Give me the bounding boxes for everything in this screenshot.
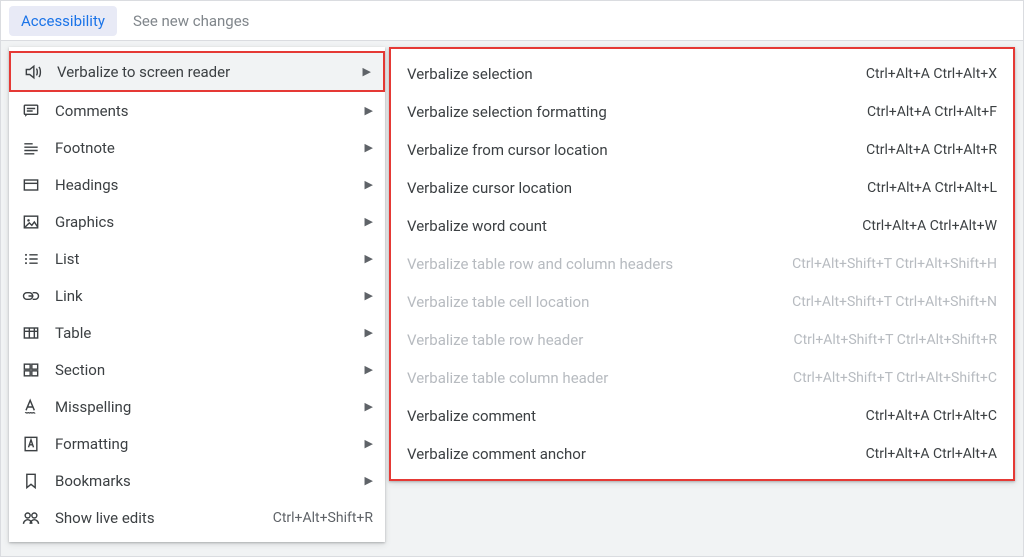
menu-item-label: Headings <box>55 176 355 194</box>
submenu-item-label: Verbalize from cursor location <box>407 141 866 159</box>
comments-icon <box>21 101 41 121</box>
menubar-see-new-changes[interactable]: See new changes <box>121 6 261 36</box>
menu-item-label: Comments <box>55 102 355 120</box>
menu-item-label: Formatting <box>55 435 355 453</box>
submenu-item[interactable]: Verbalize comment anchorCtrl+Alt+A Ctrl+… <box>391 435 1013 473</box>
submenu-item: Verbalize table row and column headersCt… <box>391 245 1013 283</box>
menubar-accessibility[interactable]: Accessibility <box>9 6 117 36</box>
submenu-item-shortcut: Ctrl+Alt+Shift+T Ctrl+Alt+Shift+R <box>793 332 997 348</box>
menu-item-link[interactable]: Link ▶ <box>9 277 385 314</box>
table-icon <box>21 323 41 343</box>
graphics-icon <box>21 212 41 232</box>
menu-item-label: Misspelling <box>55 398 355 416</box>
submenu-item[interactable]: Verbalize from cursor locationCtrl+Alt+A… <box>391 131 1013 169</box>
submenu-item: Verbalize table row headerCtrl+Alt+Shift… <box>391 321 1013 359</box>
menu-item-label: Show live edits <box>55 509 261 527</box>
formatting-icon <box>21 434 41 454</box>
menu-item-shortcut: Ctrl+Alt+Shift+R <box>273 510 373 526</box>
menu-item-misspelling[interactable]: Misspelling ▶ <box>9 388 385 425</box>
submenu-item-label: Verbalize comment <box>407 407 866 425</box>
submenu-item-shortcut: Ctrl+Alt+Shift+T Ctrl+Alt+Shift+H <box>792 256 997 272</box>
menu-item-list[interactable]: List ▶ <box>9 240 385 277</box>
chevron-right-icon: ▶ <box>365 104 373 117</box>
menu-item-formatting[interactable]: Formatting ▶ <box>9 425 385 462</box>
menu-item-label: Footnote <box>55 139 355 157</box>
submenu-item[interactable]: Verbalize selection formattingCtrl+Alt+A… <box>391 93 1013 131</box>
submenu-item-label: Verbalize cursor location <box>407 179 867 197</box>
submenu-item-shortcut: Ctrl+Alt+A Ctrl+Alt+A <box>866 446 997 462</box>
verbalize-submenu: Verbalize selectionCtrl+Alt+A Ctrl+Alt+X… <box>389 47 1015 481</box>
chevron-right-icon: ▶ <box>365 474 373 487</box>
menu-item-liveedits[interactable]: Show live edits Ctrl+Alt+Shift+R <box>9 499 385 536</box>
menu-item-section[interactable]: Section ▶ <box>9 351 385 388</box>
submenu-item-shortcut: Ctrl+Alt+A Ctrl+Alt+W <box>862 218 997 234</box>
section-icon <box>21 360 41 380</box>
submenu-item-shortcut: Ctrl+Alt+Shift+T Ctrl+Alt+Shift+C <box>793 370 997 386</box>
menu-item-label: Section <box>55 361 355 379</box>
menu-item-comments[interactable]: Comments ▶ <box>9 92 385 129</box>
headings-icon <box>21 175 41 195</box>
submenu-item[interactable]: Verbalize word countCtrl+Alt+A Ctrl+Alt+… <box>391 207 1013 245</box>
chevron-right-icon: ▶ <box>365 215 373 228</box>
chevron-right-icon: ▶ <box>363 65 371 78</box>
chevron-right-icon: ▶ <box>365 141 373 154</box>
menu-item-table[interactable]: Table ▶ <box>9 314 385 351</box>
list-icon <box>21 249 41 269</box>
submenu-item-shortcut: Ctrl+Alt+A Ctrl+Alt+R <box>866 142 997 158</box>
submenu-item-label: Verbalize table cell location <box>407 293 792 311</box>
menu-item-label: Bookmarks <box>55 472 355 490</box>
misspelling-icon <box>21 397 41 417</box>
speaker-icon <box>23 62 43 82</box>
chevron-right-icon: ▶ <box>365 363 373 376</box>
accessibility-menu: Verbalize to screen reader▶Comments▶Foot… <box>9 47 385 542</box>
submenu-item[interactable]: Verbalize selectionCtrl+Alt+A Ctrl+Alt+X <box>391 55 1013 93</box>
menu-item-label: Verbalize to screen reader <box>57 63 353 81</box>
chevron-right-icon: ▶ <box>365 400 373 413</box>
menu-item-label: Table <box>55 324 355 342</box>
submenu-item-shortcut: Ctrl+Alt+A Ctrl+Alt+C <box>866 408 997 424</box>
menu-item-label: List <box>55 250 355 268</box>
submenu-item[interactable]: Verbalize cursor locationCtrl+Alt+A Ctrl… <box>391 169 1013 207</box>
menu-item-footnote[interactable]: Footnote ▶ <box>9 129 385 166</box>
submenu-item: Verbalize table column headerCtrl+Alt+Sh… <box>391 359 1013 397</box>
submenu-item-label: Verbalize word count <box>407 217 862 235</box>
menubar: Accessibility See new changes <box>1 1 1023 41</box>
chevron-right-icon: ▶ <box>365 178 373 191</box>
submenu-item-label: Verbalize table column header <box>407 369 793 387</box>
submenu-item-shortcut: Ctrl+Alt+Shift+T Ctrl+Alt+Shift+N <box>792 294 997 310</box>
menu-item-label: Graphics <box>55 213 355 231</box>
menu-item-graphics[interactable]: Graphics ▶ <box>9 203 385 240</box>
submenu-item: Verbalize table cell locationCtrl+Alt+Sh… <box>391 283 1013 321</box>
submenu-item-label: Verbalize comment anchor <box>407 445 866 463</box>
submenu-item-label: Verbalize selection <box>407 65 866 83</box>
link-icon <box>21 286 41 306</box>
submenu-item-label: Verbalize table row and column headers <box>407 255 792 273</box>
menu-item-speaker[interactable]: Verbalize to screen reader ▶ <box>9 51 385 92</box>
liveedits-icon <box>21 508 41 528</box>
menu-item-bookmarks[interactable]: Bookmarks ▶ <box>9 462 385 499</box>
submenu-item-shortcut: Ctrl+Alt+A Ctrl+Alt+F <box>867 104 997 120</box>
menu-item-label: Link <box>55 287 355 305</box>
chevron-right-icon: ▶ <box>365 437 373 450</box>
submenu-item-shortcut: Ctrl+Alt+A Ctrl+Alt+X <box>866 66 997 82</box>
submenu-item[interactable]: Verbalize commentCtrl+Alt+A Ctrl+Alt+C <box>391 397 1013 435</box>
submenu-item-label: Verbalize table row header <box>407 331 793 349</box>
chevron-right-icon: ▶ <box>365 289 373 302</box>
bookmarks-icon <box>21 471 41 491</box>
footnote-icon <box>21 138 41 158</box>
chevron-right-icon: ▶ <box>365 326 373 339</box>
submenu-item-shortcut: Ctrl+Alt+A Ctrl+Alt+L <box>867 180 997 196</box>
submenu-item-label: Verbalize selection formatting <box>407 103 867 121</box>
chevron-right-icon: ▶ <box>365 252 373 265</box>
content-area: Verbalize to screen reader▶Comments▶Foot… <box>1 41 1023 556</box>
menu-item-headings[interactable]: Headings ▶ <box>9 166 385 203</box>
